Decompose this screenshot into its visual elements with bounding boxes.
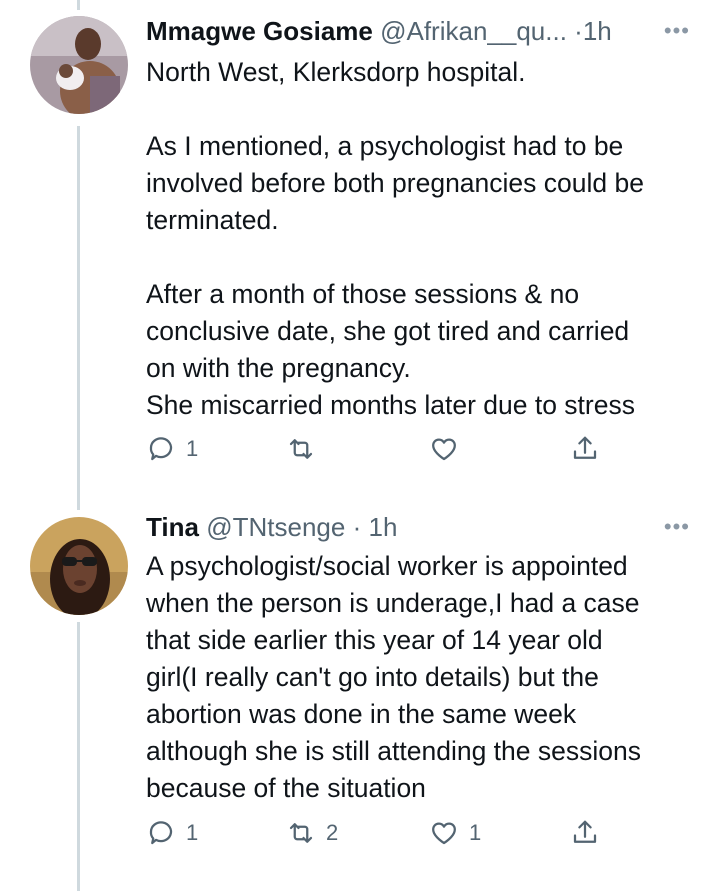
timestamp[interactable]: 1h (583, 16, 612, 46)
tweet-actions: 1 (146, 434, 616, 474)
tweet-text: North West, Klerksdorp hospital. As I me… (146, 54, 706, 424)
share-button[interactable] (570, 434, 600, 464)
more-options-icon[interactable]: ••• (664, 18, 690, 44)
tweet-actions: 1 2 1 (146, 818, 616, 858)
tweet-line: A psychologist/social worker is appointe… (146, 551, 628, 581)
tweet-line: abortion was done in the same week (146, 699, 577, 729)
retweet-icon (289, 823, 313, 843)
handle[interactable]: @TNtsenge (206, 512, 345, 542)
display-name[interactable]: Tina (146, 512, 199, 542)
tweet-header: Mmagwe Gosiame @Afrikan__qu... ·1h (146, 16, 720, 46)
reply-count: 1 (186, 820, 199, 845)
like-count: 1 (469, 820, 482, 845)
tweet-line: when the person is underage,I had a case (146, 588, 640, 618)
tweet-line: that side earlier this year of 14 year o… (146, 625, 603, 655)
tweet-line: As I mentioned, a psychologist had to be (146, 131, 624, 161)
tweet-line: on with the pregnancy. (146, 353, 411, 383)
retweet-count: 2 (326, 820, 339, 845)
timestamp[interactable]: 1h (368, 512, 397, 542)
separator: · (574, 16, 583, 46)
tweet-line: because of the situation (146, 773, 426, 803)
reply-button[interactable]: 1 (146, 818, 198, 848)
tweet-line: conclusive date, she got tired and carri… (146, 316, 630, 346)
display-name[interactable]: Mmagwe Gosiame (146, 16, 373, 46)
tweet-line: She miscarried months later due to stres… (146, 390, 635, 420)
tweet-header: Tina @TNtsenge · 1h (146, 512, 720, 542)
share-icon (573, 820, 597, 843)
retweet-button[interactable]: 2 (286, 818, 338, 848)
reply-count: 1 (186, 436, 199, 461)
handle[interactable]: @Afrikan__qu... (380, 16, 567, 46)
tweet-line: involved before both pregnancies could b… (146, 168, 644, 198)
share-icon (573, 436, 597, 459)
thread-line-top (77, 0, 80, 10)
reply-icon (149, 437, 173, 461)
tweet-line: After a month of those sessions & no (146, 279, 580, 309)
retweet-icon (289, 439, 313, 459)
avatar[interactable] (30, 517, 128, 615)
tweet-text: A psychologist/social worker is appointe… (146, 548, 706, 807)
tweet-line: North West, Klerksdorp hospital. (146, 57, 526, 87)
heart-icon (432, 438, 456, 461)
reply-button[interactable]: 1 (146, 434, 198, 464)
reply-icon (149, 821, 173, 845)
like-button[interactable] (429, 434, 469, 464)
avatar[interactable] (30, 16, 128, 114)
tweet[interactable]: Mmagwe Gosiame @Afrikan__qu... ·1h ••• N… (0, 16, 720, 476)
retweet-button[interactable] (286, 434, 326, 464)
share-button[interactable] (570, 818, 600, 848)
more-options-icon[interactable]: ••• (664, 514, 690, 540)
tweet-line: girl(I really can't go into details) but… (146, 662, 599, 692)
tweet-line: although she is still attending the sess… (146, 736, 641, 766)
like-button[interactable]: 1 (429, 818, 481, 848)
tweet-line: terminated. (146, 205, 279, 235)
separator: · (352, 512, 362, 542)
heart-icon (432, 822, 456, 845)
tweet[interactable]: Tina @TNtsenge · 1h ••• A psychologist/s… (0, 512, 720, 882)
